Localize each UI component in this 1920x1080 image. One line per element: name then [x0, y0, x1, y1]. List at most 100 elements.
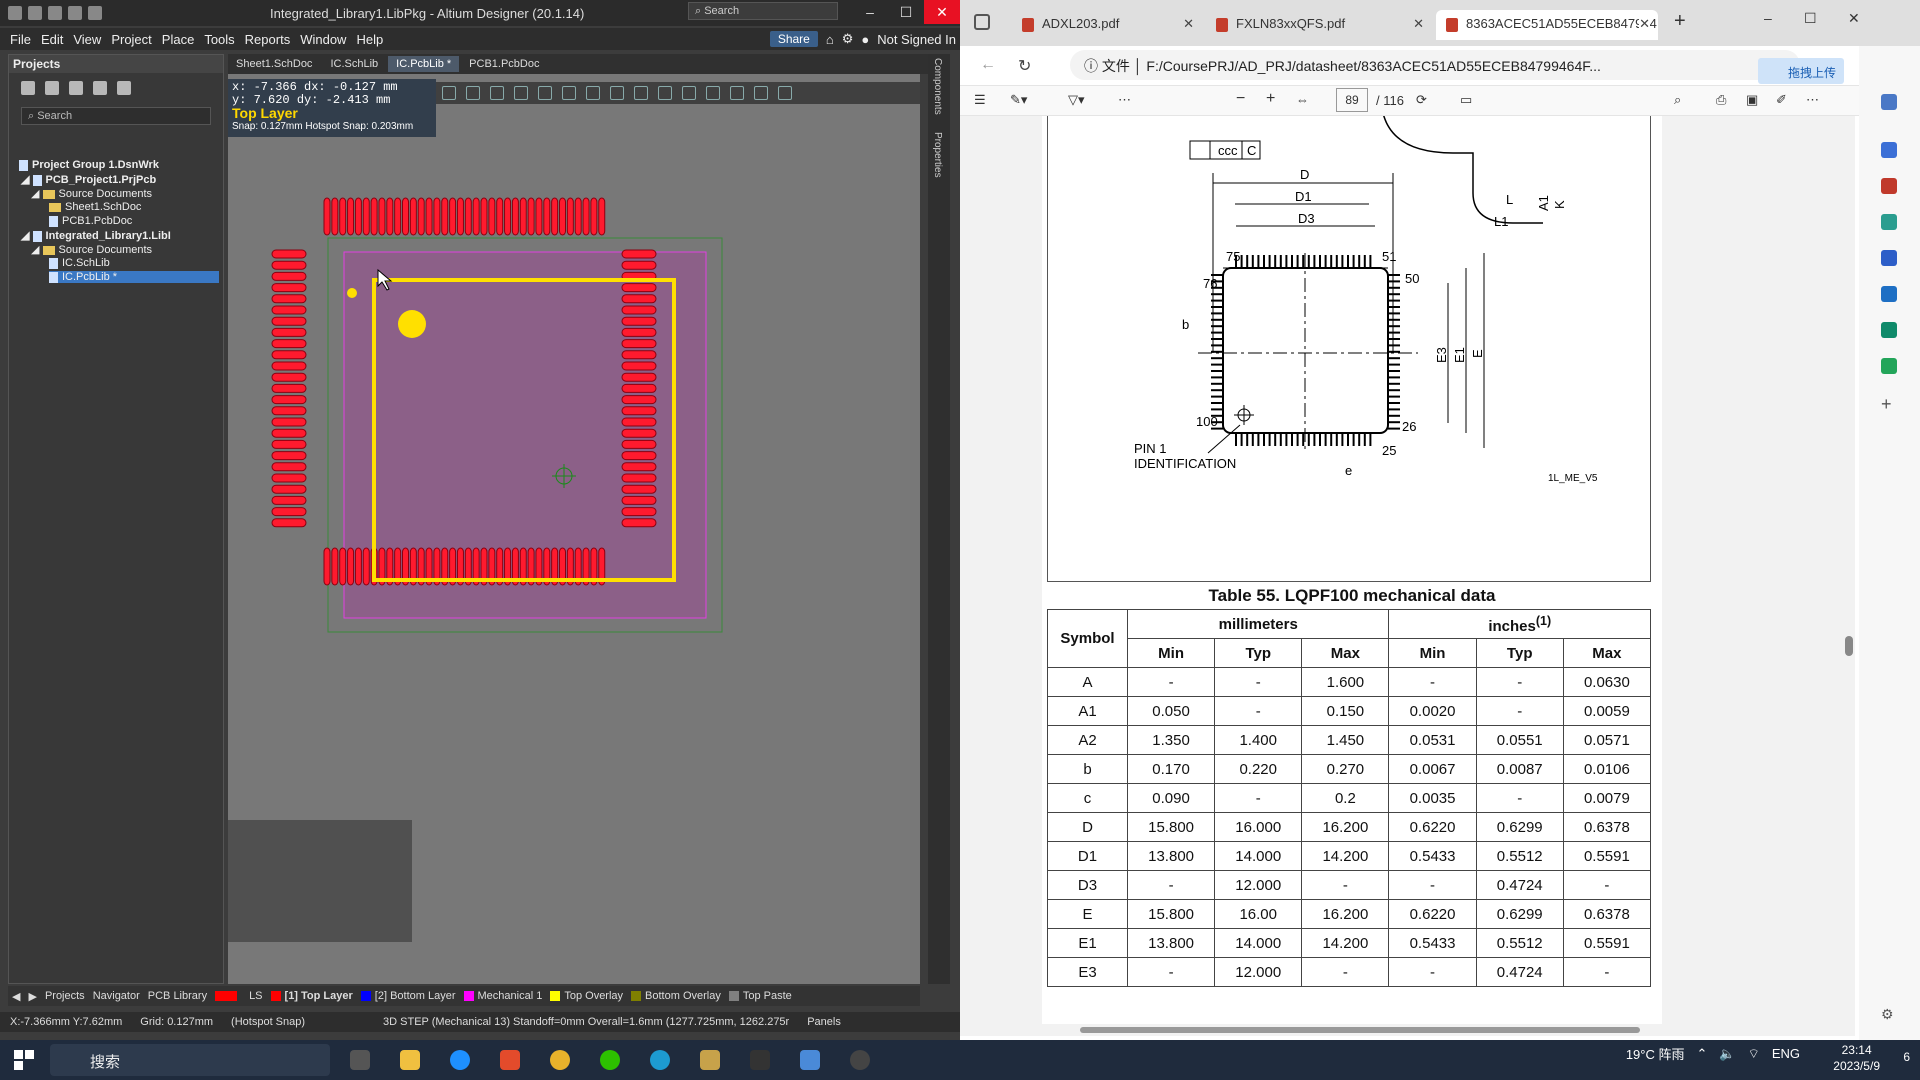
- components-tab[interactable]: Components: [932, 58, 943, 115]
- pdf-viewer[interactable]: ccc C D D1 D3 75 51 50 76 100 26 25 b E3…: [960, 116, 1855, 1036]
- close-button[interactable]: ✕: [924, 0, 960, 24]
- vertical-scrollbar-thumb[interactable]: [1845, 636, 1853, 656]
- refresh-icon[interactable]: ↻: [1018, 56, 1031, 76]
- save-as-icon[interactable]: ✐: [1776, 92, 1787, 108]
- tree-item-selected[interactable]: IC.PcbLib *: [49, 271, 219, 283]
- quick-access-toolbar[interactable]: [0, 6, 102, 20]
- close-tab-icon[interactable]: ✕: [1413, 16, 1424, 32]
- menu-window[interactable]: Window: [300, 32, 346, 47]
- clock[interactable]: 23:14 2023/5/9: [1833, 1042, 1880, 1074]
- add-icon[interactable]: +: [1881, 395, 1897, 413]
- panels-button[interactable]: Panels: [807, 1016, 841, 1028]
- new-tab-button[interactable]: +: [1674, 10, 1686, 33]
- layer-tab[interactable]: Top Overlay: [550, 990, 623, 1002]
- tree-item[interactable]: ◢ Source Documents: [31, 243, 152, 256]
- task-view-icon[interactable]: [350, 1050, 370, 1070]
- zoom-out-icon[interactable]: −: [1236, 90, 1245, 108]
- page-number-input[interactable]: 89: [1336, 88, 1368, 112]
- horizontal-scrollbar-thumb[interactable]: [1080, 1027, 1640, 1033]
- tab-ic-pcblib[interactable]: IC.PcbLib *: [388, 56, 460, 72]
- office-icon[interactable]: [1881, 250, 1897, 266]
- horizontal-scrollbar[interactable]: [960, 1024, 1855, 1036]
- send-icon[interactable]: [1881, 322, 1897, 338]
- outlook-icon[interactable]: [1881, 286, 1897, 302]
- more-icon[interactable]: ⋯: [1118, 92, 1131, 108]
- weather-text[interactable]: 19°C 阵雨: [1626, 1044, 1685, 1063]
- close-tab-icon[interactable]: ✕: [1639, 16, 1650, 32]
- highlight-icon[interactable]: ✎▾: [1010, 92, 1027, 108]
- back-icon[interactable]: ←: [980, 56, 996, 74]
- tab-ic-schlib[interactable]: IC.SchLib: [322, 56, 386, 72]
- tray-expand-icon[interactable]: ⌃: [1697, 1046, 1708, 1062]
- sign-in-menu[interactable]: Not Signed In: [877, 32, 956, 47]
- browser-icon[interactable]: [450, 1050, 470, 1070]
- fit-page-icon[interactable]: ⇔: [1296, 92, 1309, 107]
- page-view-icon[interactable]: ▭: [1460, 92, 1472, 108]
- tree-item[interactable]: ◢ Integrated_Library1.LibI: [21, 229, 171, 242]
- pcb-canvas[interactable]: x: -7.366 dx: -0.127 mm y: 7.620 dy: -2.…: [228, 74, 920, 984]
- url-input[interactable]: ⓘ 文件 │ F:/CoursePRJ/AD_PRJ/datasheet/836…: [1070, 50, 1800, 80]
- games-icon[interactable]: [1881, 214, 1897, 230]
- settings-icon[interactable]: [850, 1050, 870, 1070]
- bottom-tab-navigator[interactable]: Navigator: [93, 990, 140, 1002]
- draw-icon[interactable]: ▽▾: [1068, 92, 1085, 108]
- tree-item[interactable]: PCB1.PcbDoc: [49, 215, 132, 227]
- gear-icon[interactable]: ⚙: [842, 31, 854, 47]
- zoom-in-icon[interactable]: +: [1266, 90, 1275, 108]
- close-button[interactable]: ✕: [1848, 10, 1860, 27]
- windows-start-icon[interactable]: [14, 1050, 34, 1070]
- scroll-left-icon[interactable]: ◀: [12, 990, 20, 1003]
- tree-item[interactable]: Sheet1.SchDoc: [49, 201, 141, 213]
- layer-tab[interactable]: Mechanical 1: [463, 990, 542, 1002]
- save-icon[interactable]: ▣: [1746, 92, 1758, 108]
- search-icon[interactable]: ⌕: [1674, 92, 1681, 108]
- menu-tools[interactable]: Tools: [204, 32, 234, 47]
- yuque-icon[interactable]: [750, 1050, 770, 1070]
- contents-icon[interactable]: ☰: [974, 92, 986, 108]
- minimize-button[interactable]: –: [1764, 10, 1772, 26]
- tree-item[interactable]: ◢ PCB_Project1.PrjPcb: [21, 173, 156, 186]
- app-icon[interactable]: [500, 1050, 520, 1070]
- tree-item[interactable]: ◢ Source Documents: [31, 187, 152, 200]
- layer-tab[interactable]: Bottom Overlay: [631, 990, 721, 1002]
- panel-toolbar[interactable]: [9, 73, 223, 103]
- tab-pcb1[interactable]: PCB1.PcbDoc: [461, 56, 547, 72]
- bottom-tab-projects[interactable]: Projects: [45, 990, 85, 1002]
- browser-tab-active[interactable]: 8363ACEC51AD55ECEB847994 ✕: [1436, 10, 1658, 40]
- tab-actions-icon[interactable]: [974, 14, 990, 30]
- cloud-icon[interactable]: [800, 1050, 820, 1070]
- close-tab-icon[interactable]: ✕: [1183, 16, 1194, 32]
- upload-button[interactable]: 拖拽上传: [1758, 58, 1844, 84]
- layer-tab[interactable]: [2] Bottom Layer: [360, 990, 456, 1002]
- altium-search-box[interactable]: ⌕ Search: [688, 2, 838, 20]
- file-explorer-icon[interactable]: [400, 1050, 420, 1070]
- notification-badge[interactable]: 6: [1903, 1050, 1910, 1064]
- panel-search-input[interactable]: ⌕ Search: [21, 107, 211, 125]
- pcb-active-toolbar[interactable]: [436, 82, 920, 104]
- home-icon[interactable]: ⌂: [826, 32, 834, 47]
- tree-item[interactable]: IC.SchLib: [49, 257, 110, 269]
- ls-button[interactable]: LS: [249, 990, 262, 1002]
- altium-icon[interactable]: [700, 1050, 720, 1070]
- bottom-tab-pcb-library[interactable]: PCB Library: [148, 990, 207, 1002]
- language-indicator[interactable]: ENG: [1772, 1046, 1800, 1061]
- layer-tab[interactable]: [1] Top Layer: [270, 990, 353, 1002]
- more-options-icon[interactable]: ⋯: [1806, 92, 1819, 108]
- rotate-icon[interactable]: ⟳: [1416, 92, 1427, 108]
- toolbox-icon[interactable]: [1881, 178, 1897, 194]
- edge-icon[interactable]: [650, 1050, 670, 1070]
- browser-tab[interactable]: FXLN83xxQFS.pdf ✕: [1206, 10, 1432, 40]
- volume-icon[interactable]: 🔈: [1719, 1046, 1735, 1062]
- print-icon[interactable]: ⎙: [1716, 92, 1726, 108]
- wechat-icon[interactable]: [600, 1050, 620, 1070]
- tree-item[interactable]: Project Group 1.DsnWrk: [19, 159, 159, 171]
- share-button[interactable]: Share: [769, 31, 818, 47]
- chrome-icon[interactable]: [550, 1050, 570, 1070]
- menu-file[interactable]: File: [10, 32, 31, 47]
- maximize-button[interactable]: ☐: [888, 0, 924, 24]
- menu-help[interactable]: Help: [356, 32, 383, 47]
- minimize-button[interactable]: –: [852, 0, 888, 24]
- maximize-button[interactable]: ☐: [1804, 10, 1817, 27]
- scroll-right-icon[interactable]: ▶: [28, 990, 36, 1003]
- properties-tab[interactable]: Properties: [932, 132, 943, 178]
